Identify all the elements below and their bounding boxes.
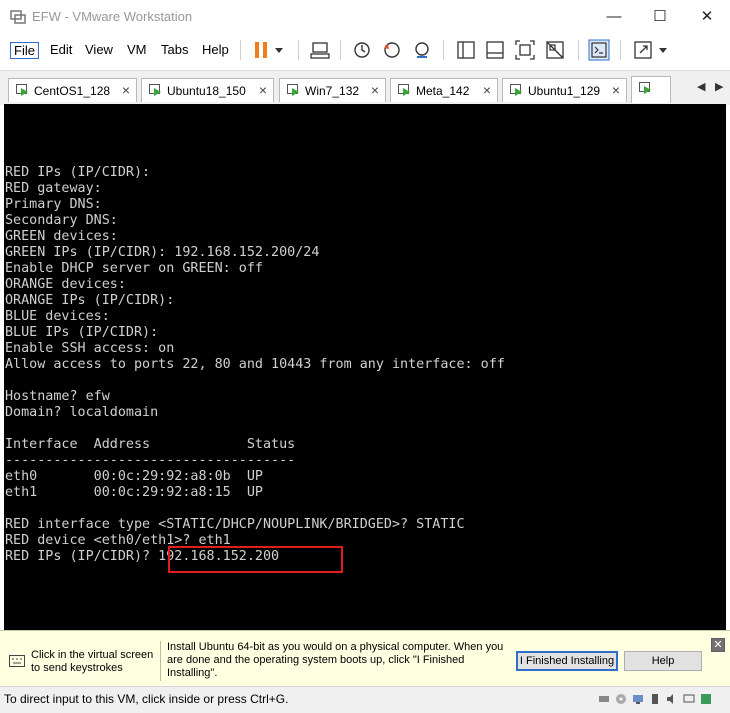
tab-label: Ubuntu18_150 <box>167 84 246 98</box>
revert-snapshot-icon[interactable] <box>381 39 403 61</box>
minimize-button[interactable]: — <box>591 0 637 34</box>
i-finished-installing-button[interactable]: I Finished Installing <box>516 651 618 671</box>
keyboard-icon <box>9 655 25 667</box>
tab-close-icon[interactable]: × <box>259 82 267 98</box>
menu-view[interactable]: View <box>85 42 113 57</box>
help-button[interactable]: Help <box>624 651 702 671</box>
menu-tabs[interactable]: Tabs <box>161 42 188 57</box>
hint-divider <box>160 641 161 681</box>
maximize-button[interactable]: ☐ <box>637 0 683 34</box>
tab-label: Meta_142 <box>416 84 470 98</box>
status-message: To direct input to this VM, click inside… <box>4 692 289 706</box>
hint-close-icon[interactable]: ✕ <box>711 638 725 652</box>
toolbar-separator <box>578 40 579 60</box>
menu-help[interactable]: Help <box>202 42 229 57</box>
tab-close-icon[interactable]: × <box>612 82 620 98</box>
tab-meta-142[interactable]: Meta_142 × <box>390 78 498 102</box>
hard-disk-icon[interactable] <box>598 693 610 705</box>
library-icon[interactable] <box>455 39 477 61</box>
vm-icon <box>398 84 410 96</box>
tab-centos1-128[interactable]: CentOS1_128 × <box>8 78 137 102</box>
vm-icon <box>149 84 161 96</box>
usb-icon[interactable] <box>649 693 661 705</box>
menu-file[interactable]: File <box>10 42 39 59</box>
tab-efw-active[interactable] <box>631 76 671 103</box>
display-icon[interactable] <box>683 693 695 705</box>
message-icon[interactable] <box>700 693 712 705</box>
vm-console-screen[interactable]: RED IPs (IP/CIDR): RED gateway: Primary … <box>4 104 726 630</box>
send-ctrl-alt-del-icon[interactable] <box>309 39 331 61</box>
network-icon[interactable] <box>632 693 644 705</box>
thumbnail-icon[interactable] <box>484 39 506 61</box>
vm-tab-bar: CentOS1_128 × Ubuntu18_150 × Win7_132 × … <box>0 70 730 105</box>
tab-close-icon[interactable]: × <box>122 82 130 98</box>
dropdown-arrow-icon[interactable] <box>272 39 286 61</box>
close-button[interactable]: ✕ <box>684 0 730 34</box>
install-instructions: Install Ubuntu 64-bit as you would on a … <box>167 641 504 679</box>
sound-icon[interactable] <box>666 693 678 705</box>
vmware-app-icon <box>10 10 26 24</box>
tab-label: Ubuntu1_129 <box>528 84 601 98</box>
console-text: RED IPs (IP/CIDR): RED gateway: Primary … <box>5 165 505 564</box>
toolbar-separator <box>240 40 241 60</box>
title-bar: EFW - VMware Workstation — ☐ ✕ <box>0 0 730 34</box>
cd-drive-icon[interactable] <box>615 693 627 705</box>
tab-win7-132[interactable]: Win7_132 × <box>279 78 386 102</box>
toolbar-separator <box>340 40 341 60</box>
menu-vm[interactable]: VM <box>127 42 147 57</box>
pause-icon[interactable] <box>250 39 272 61</box>
window-title: EFW - VMware Workstation <box>32 9 193 24</box>
toolbar-separator <box>298 40 299 60</box>
snapshot-icon[interactable] <box>351 39 373 61</box>
dropdown-arrow-icon[interactable] <box>656 39 670 61</box>
tab-label: Win7_132 <box>305 84 360 98</box>
tab-ubuntu1-129[interactable]: Ubuntu1_129 × <box>502 78 627 102</box>
snapshot-manager-icon[interactable] <box>411 39 433 61</box>
menu-edit[interactable]: Edit <box>50 42 72 57</box>
unity-icon[interactable] <box>544 39 566 61</box>
status-bar: To direct input to this VM, click inside… <box>0 686 730 713</box>
vm-icon <box>510 84 522 96</box>
keystroke-hint-text: Click in the virtual screen to send keys… <box>31 649 154 674</box>
console-view-icon[interactable] <box>588 39 610 61</box>
tab-label: CentOS1_128 <box>34 84 111 98</box>
toolbar-separator <box>620 40 621 60</box>
vm-icon <box>16 84 28 96</box>
stretch-icon[interactable] <box>632 39 654 61</box>
full-screen-icon[interactable] <box>514 39 536 61</box>
toolbar-separator <box>443 40 444 60</box>
tab-ubuntu18-150[interactable]: Ubuntu18_150 × <box>141 78 274 102</box>
tab-close-icon[interactable]: × <box>371 82 379 98</box>
vm-icon <box>639 82 651 94</box>
vm-icon <box>287 84 299 96</box>
install-hint-bar: Click in the virtual screen to send keys… <box>0 630 730 687</box>
tab-scroll-right-icon[interactable]: ▶ <box>715 80 723 93</box>
red-highlight-box <box>168 546 343 573</box>
tab-close-icon[interactable]: × <box>483 82 491 98</box>
tab-scroll-left-icon[interactable]: ◀ <box>697 80 705 93</box>
